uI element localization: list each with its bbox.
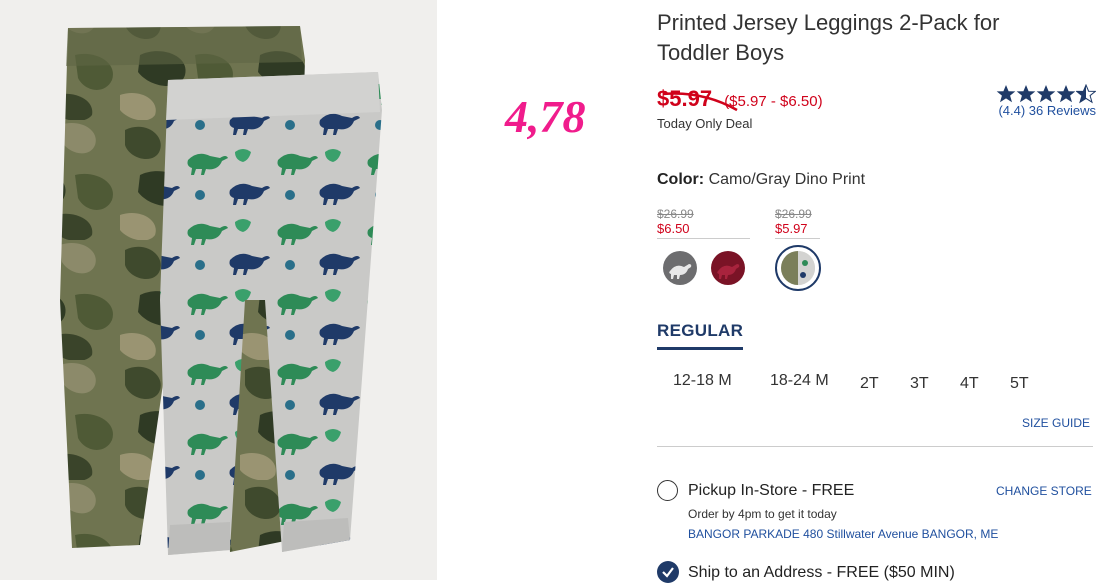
- order-by-text: Order by 4pm to get it today: [688, 507, 837, 521]
- star-half-icon: [1076, 84, 1096, 104]
- size-option[interactable]: 4T: [960, 375, 979, 393]
- tab-regular[interactable]: REGULAR: [657, 321, 744, 350]
- star-icon: [1056, 85, 1076, 103]
- price-range: ($5.97 - $6.50): [724, 93, 823, 110]
- price-group-2: $26.99 $5.97: [775, 207, 820, 239]
- dino-icon: [669, 264, 692, 279]
- rating-stars: [978, 84, 1096, 104]
- star-icon: [996, 85, 1016, 103]
- star-icon: [1036, 85, 1056, 103]
- size-option[interactable]: 3T: [910, 375, 929, 393]
- price-annotation: 4,78: [505, 91, 586, 142]
- was-price: $26.99: [775, 207, 812, 221]
- size-option[interactable]: 18-24 M: [770, 372, 829, 390]
- swatch-fill: [781, 251, 815, 285]
- now-price: $6.50: [657, 221, 690, 236]
- product-title-line1: Printed Jersey Leggings 2-Pack for: [657, 10, 1000, 35]
- price-row: $5.97 ($5.97 - $6.50): [657, 86, 823, 112]
- reviews-link[interactable]: (4.4) 36 Reviews: [978, 103, 1096, 118]
- color-row: Color: Camo/Gray Dino Print: [657, 171, 865, 189]
- size-guide-link[interactable]: SIZE GUIDE: [1022, 416, 1090, 430]
- star-icon: [1016, 85, 1036, 103]
- color-selected: Camo/Gray Dino Print: [708, 171, 866, 188]
- product-title: Printed Jersey Leggings 2-Pack for Toddl…: [657, 8, 1077, 68]
- product-title-line2: Toddler Boys: [657, 40, 785, 65]
- sale-price: $5.97: [657, 86, 738, 112]
- camo-dino-icon: [781, 251, 815, 285]
- dino-icon: [717, 264, 740, 279]
- size-option[interactable]: 5T: [1010, 375, 1029, 393]
- color-label: Color:: [657, 171, 705, 188]
- rating[interactable]: (4.4) 36 Reviews: [978, 84, 1096, 118]
- color-swatch-burgundy-dino[interactable]: [711, 251, 745, 285]
- store-address-link[interactable]: BANGOR PARKADE 480 Stillwater Avenue BAN…: [688, 527, 998, 541]
- was-price: $26.99: [657, 207, 694, 221]
- deal-label: Today Only Deal: [657, 116, 753, 131]
- change-store-link[interactable]: CHANGE STORE: [996, 484, 1092, 498]
- divider: [775, 238, 820, 239]
- size-option[interactable]: 2T: [860, 375, 879, 393]
- divider: [657, 446, 1093, 447]
- price-group-1: $26.99 $6.50: [657, 207, 750, 239]
- ship-label[interactable]: Ship to an Address - FREE ($50 MIN): [688, 564, 955, 582]
- color-swatch-gray-dino[interactable]: [663, 251, 697, 285]
- product-image[interactable]: [0, 0, 437, 580]
- pickup-label[interactable]: Pickup In-Store - FREE: [688, 482, 854, 500]
- pickup-radio[interactable]: [657, 480, 678, 501]
- sale-price-value: $5.97: [657, 86, 713, 111]
- color-swatch-camo-gray-dino[interactable]: [775, 245, 821, 291]
- now-price: $5.97: [775, 221, 808, 236]
- divider: [657, 238, 750, 239]
- size-option[interactable]: 12-18 M: [673, 372, 732, 390]
